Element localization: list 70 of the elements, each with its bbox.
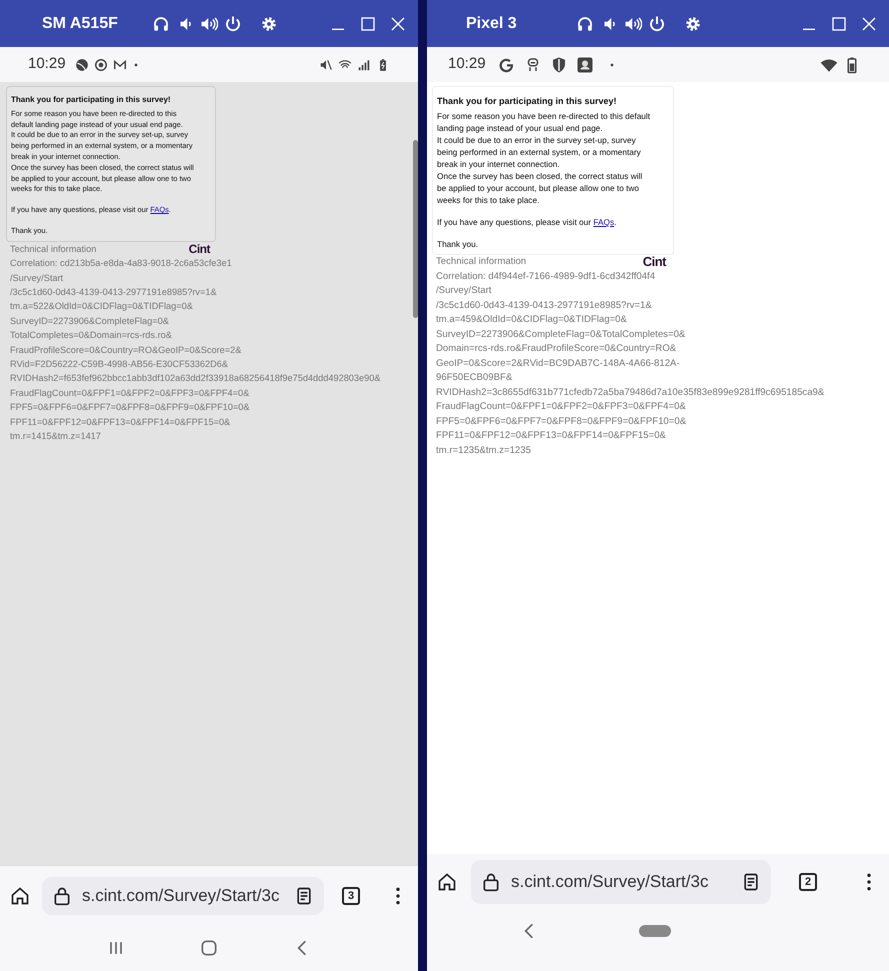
technical-info-line: tm.r=1235&tm.z=1235 [436, 444, 532, 458]
maximize-icon[interactable] [360, 16, 376, 32]
technical-info-line: FPF5=0&FPF6=0&FPF7=0&FPF8=0&FPF9=0&FPF10=0& [436, 414, 688, 428]
status-time: 10:29 [448, 54, 486, 74]
technical-info-label: Technical information [10, 242, 96, 256]
technical-info-line: RVIDHash2=f653fef962bbcc1abb3df102a63dd2f33918a68256418f9e75d4ddd492803e90& [10, 372, 382, 386]
technical-info-line: FraudFlagCount=0&FPF1=0&FPF2=0&FPF3=0&FPF4=0& [436, 400, 687, 414]
mute-icon [319, 58, 333, 72]
contact-icon [576, 56, 594, 74]
technical-info-line: FraudProfileScore=0&Country=RO&GeoIP=0&Score=2& [10, 344, 242, 357]
technical-info-line: Domain=rcs-rds.ro&FraudProfileScore=0&Country=RO& [436, 342, 678, 356]
home-button-icon[interactable] [198, 938, 219, 958]
faq-sentence: If you have any questions, please visit our FAQs. [437, 216, 618, 228]
cint-logo: Cint [188, 242, 210, 256]
power-icon[interactable] [224, 14, 242, 32]
technical-info-line: 96F50ECB09BF& [436, 371, 514, 385]
technical-info-line: SurveyID=2273906&CompleteFlag=0& [10, 314, 170, 328]
settings-icon[interactable] [684, 14, 702, 32]
home-icon[interactable] [437, 872, 457, 892]
target-icon [94, 58, 108, 72]
tab-count[interactable]: 2 [799, 873, 818, 891]
volume-up-icon[interactable] [624, 14, 642, 32]
technical-info-line: tm.a=522&OldId=0&CIDFlag=0&TIDFlag=0& [10, 300, 194, 314]
message-paragraph: For some reason you have been re-directed to this default landing page instead of your usual end page. It could be due to an error in the survey set-up, survey being performed in an external system, or a momentary break in your internet connection. Once the survey has been closed, the correct status will be applied to your account, but please allow one to two weeks for this to take place. [437, 110, 652, 206]
home-pill-icon[interactable] [639, 924, 671, 936]
signal-icon [357, 58, 371, 72]
tab-count[interactable]: 3 [342, 886, 360, 904]
window-title: Pixel 3 [466, 14, 518, 34]
technical-info-label: Technical information [436, 255, 526, 269]
technical-info-line: Correlation: cd213b5a-e8da-4a83-9018-2c6a53cfe3e1 [10, 257, 233, 270]
lock-icon [481, 872, 501, 892]
dot-icon [608, 60, 616, 68]
dot-icon [132, 60, 140, 68]
technical-info-line: TotalCompletes=0&Domain=rcs-rds.ro& [10, 329, 173, 342]
settings-icon[interactable] [260, 14, 278, 32]
technical-info-line: FPF5=0&FPF6=0&FPF7=0&FPF8=0&FPF9=0&FPF10=0& [10, 401, 250, 414]
mail-icon [112, 58, 127, 72]
technical-info-line: /3c5c1d60-0d43-4139-0413-2977191e8985?rv=1& [10, 286, 218, 299]
technical-info-line: FPF11=0&FPF12=0&FPF13=0&FPF14=0&FPF15=0& [436, 429, 667, 443]
technical-info-line: FraudFlagCount=0&FPF1=0&FPF2=0&FPF3=0&FPF4=0& [10, 386, 250, 400]
technical-info-line: SurveyID=2273906&CompleteFlag=0&TotalCompletes=0& [436, 328, 686, 342]
power-icon[interactable] [648, 14, 666, 32]
faq-link[interactable]: FAQs [593, 217, 614, 227]
window-title: SM A515F [42, 14, 119, 34]
headphones-icon[interactable] [152, 14, 170, 32]
technical-info-line: /Survey/Start [10, 272, 64, 285]
close-icon[interactable] [390, 16, 406, 32]
technical-info-line: Correlation: d4f944ef-7166-4989-9df1-6cd342ff04f4 [436, 270, 656, 284]
status-time: 10:29 [28, 54, 66, 74]
technical-info-line: GeoIP=0&Score=2&RVid=BC9DAB7C-148A-4A66-812A- [436, 356, 681, 370]
url-field[interactable]: s.cint.com/Survey/Start/3c [42, 876, 324, 914]
headphones-icon[interactable] [576, 14, 594, 32]
technical-info-line: FPF11=0&FPF12=0&FPF13=0&FPF14=0&FPF15=0& [10, 416, 232, 429]
lock-icon [52, 886, 72, 906]
technical-info-line: tm.r=1415&tm.z=1417 [10, 430, 102, 444]
message-heading: Thank you for participating in this survey! [437, 95, 618, 107]
technical-info-line: /Survey/Start [436, 284, 492, 298]
technical-info-line: tm.a=459&OldId=0&CIDFlag=0&TIDFlag=0& [436, 313, 628, 327]
message-heading: Thank you for participating in this survey! [11, 95, 172, 106]
volume-up-icon[interactable] [200, 14, 218, 32]
home-icon[interactable] [10, 886, 30, 906]
url-field[interactable]: s.cint.com/Survey/Start/3c [471, 860, 771, 904]
close-icon[interactable] [861, 16, 877, 32]
cint-logo: Cint [642, 255, 666, 270]
technical-info-line: /3c5c1d60-0d43-4139-0413-2977191e8985?rv=1& [436, 298, 653, 312]
technical-info-line: RVid=F2D56222-C59B-4998-AB56-E30CF53362D6& [10, 358, 230, 372]
scrollbar[interactable] [413, 140, 418, 318]
closing-text: Thank you. [437, 238, 480, 250]
technical-info-line: RVIDHash2=3c8655df631b771cfedb72a5ba79486d7a10e35f83e899e9281ff9c695185ca9& [436, 386, 826, 400]
maximize-icon[interactable] [831, 16, 847, 32]
